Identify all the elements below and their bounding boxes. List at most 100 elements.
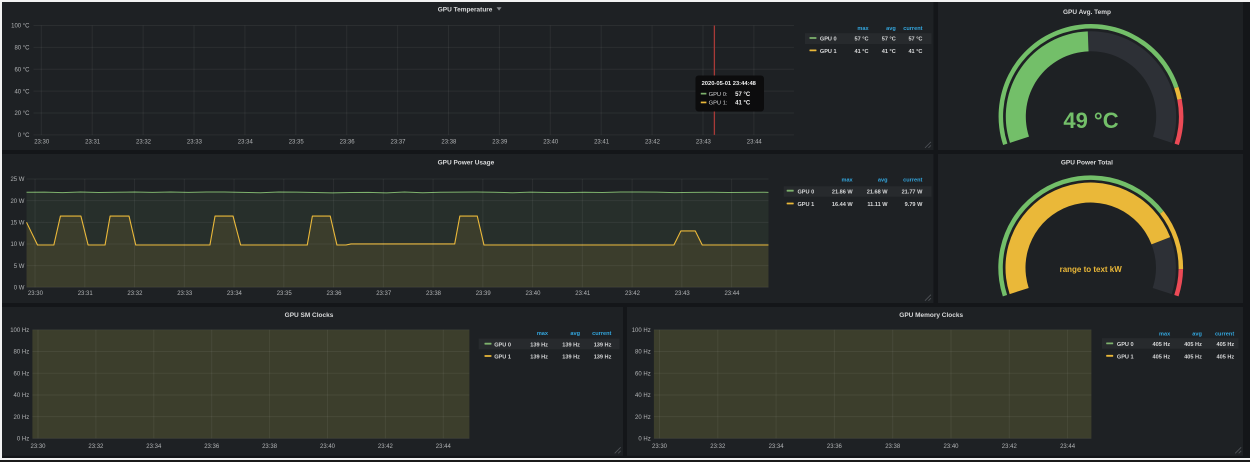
svg-text:0 W: 0 W: [14, 286, 25, 292]
svg-text:GPU 0: GPU 0: [1117, 342, 1134, 348]
svg-text:139 Hz: 139 Hz: [530, 355, 548, 361]
svg-text:23:40: 23:40: [526, 291, 542, 297]
svg-text:GPU Memory Clocks: GPU Memory Clocks: [899, 312, 963, 319]
svg-text:20 Hz: 20 Hz: [14, 415, 30, 421]
svg-text:GPU 0:: GPU 0:: [709, 92, 728, 98]
svg-text:49 °C: 49 °C: [1063, 108, 1118, 133]
svg-text:80 Hz: 80 Hz: [635, 350, 651, 356]
svg-text:25 W: 25 W: [10, 177, 24, 183]
svg-text:0 Hz: 0 Hz: [638, 437, 650, 443]
svg-text:23:35: 23:35: [277, 291, 293, 297]
svg-text:GPU Avg. Temp: GPU Avg. Temp: [1063, 9, 1111, 16]
svg-text:23:30: 23:30: [34, 140, 50, 146]
svg-text:41 °C: 41 °C: [882, 49, 896, 55]
svg-text:405 Hz: 405 Hz: [1152, 355, 1170, 361]
svg-text:80 °C: 80 °C: [14, 46, 30, 52]
svg-text:100 °C: 100 °C: [11, 24, 30, 30]
svg-text:avg: avg: [886, 26, 896, 32]
svg-text:23:34: 23:34: [227, 291, 243, 297]
svg-text:57 °C: 57 °C: [908, 37, 922, 43]
svg-text:405 Hz: 405 Hz: [1216, 355, 1234, 361]
svg-text:23:32: 23:32: [136, 140, 152, 146]
svg-text:2020-05-01 23:44:48: 2020-05-01 23:44:48: [702, 81, 757, 87]
svg-text:23:41: 23:41: [594, 140, 610, 146]
svg-text:60 Hz: 60 Hz: [14, 372, 30, 378]
svg-text:80 Hz: 80 Hz: [14, 350, 30, 356]
svg-text:57 °C: 57 °C: [855, 37, 869, 43]
svg-text:21.68 W: 21.68 W: [867, 189, 889, 195]
svg-text:current: current: [1215, 332, 1234, 338]
svg-text:23:41: 23:41: [575, 291, 591, 297]
svg-text:16.44 W: 16.44 W: [832, 202, 854, 208]
svg-text:405 Hz: 405 Hz: [1152, 342, 1170, 348]
svg-text:23:44: 23:44: [436, 444, 452, 450]
svg-text:23:40: 23:40: [320, 444, 336, 450]
svg-text:139 Hz: 139 Hz: [562, 355, 580, 361]
svg-text:23:36: 23:36: [327, 291, 343, 297]
svg-text:139 Hz: 139 Hz: [594, 342, 612, 348]
svg-text:23:34: 23:34: [238, 140, 254, 146]
svg-text:GPU SM Clocks: GPU SM Clocks: [285, 312, 334, 319]
svg-text:23:36: 23:36: [204, 444, 220, 450]
svg-text:GPU 0: GPU 0: [494, 342, 511, 348]
svg-text:23:33: 23:33: [187, 140, 203, 146]
svg-text:60 °C: 60 °C: [14, 67, 30, 73]
svg-text:GPU 0: GPU 0: [797, 189, 814, 195]
svg-text:100 Hz: 100 Hz: [632, 328, 651, 334]
svg-text:23:30: 23:30: [28, 291, 44, 297]
svg-text:23:34: 23:34: [768, 444, 784, 450]
svg-text:avg: avg: [570, 331, 580, 337]
svg-text:23:40: 23:40: [543, 140, 559, 146]
svg-text:GPU 1: GPU 1: [494, 355, 511, 361]
svg-text:GPU Power Usage: GPU Power Usage: [438, 160, 495, 167]
svg-text:GPU Temperature: GPU Temperature: [438, 6, 493, 13]
svg-text:max: max: [841, 178, 853, 184]
svg-text:current: current: [592, 331, 611, 337]
svg-text:23:38: 23:38: [441, 140, 457, 146]
svg-text:GPU Power Total: GPU Power Total: [1061, 160, 1113, 167]
svg-text:20 W: 20 W: [10, 199, 24, 205]
svg-text:23:36: 23:36: [827, 444, 843, 450]
svg-text:23:42: 23:42: [378, 444, 394, 450]
svg-text:23:32: 23:32: [127, 291, 143, 297]
svg-text:current: current: [903, 178, 922, 184]
svg-text:15 W: 15 W: [10, 221, 24, 227]
svg-text:23:33: 23:33: [177, 291, 193, 297]
svg-text:23:32: 23:32: [88, 444, 104, 450]
svg-text:range to text kW: range to text kW: [1059, 265, 1122, 274]
svg-text:GPU 1:: GPU 1:: [709, 101, 728, 107]
svg-text:40 °C: 40 °C: [14, 89, 30, 95]
svg-text:9.79 W: 9.79 W: [905, 202, 923, 208]
svg-text:20 Hz: 20 Hz: [635, 415, 651, 421]
svg-text:100 Hz: 100 Hz: [10, 328, 29, 334]
svg-text:23:43: 23:43: [696, 140, 712, 146]
svg-text:41 °C: 41 °C: [855, 49, 869, 55]
svg-text:139 Hz: 139 Hz: [530, 342, 548, 348]
svg-text:41 °C: 41 °C: [908, 49, 922, 55]
svg-text:avg: avg: [878, 178, 888, 184]
svg-text:23:39: 23:39: [476, 291, 492, 297]
svg-text:405 Hz: 405 Hz: [1184, 342, 1202, 348]
svg-text:23:38: 23:38: [262, 444, 278, 450]
svg-text:40 Hz: 40 Hz: [14, 393, 30, 399]
svg-text:21.86 W: 21.86 W: [832, 189, 854, 195]
svg-text:5 W: 5 W: [14, 264, 25, 270]
svg-text:23:32: 23:32: [710, 444, 726, 450]
svg-text:23:37: 23:37: [391, 140, 407, 146]
svg-text:139 Hz: 139 Hz: [594, 355, 612, 361]
svg-text:GPU 0: GPU 0: [820, 37, 837, 43]
svg-text:GPU 1: GPU 1: [820, 49, 837, 55]
svg-text:60 Hz: 60 Hz: [635, 372, 651, 378]
svg-text:57 °C: 57 °C: [882, 37, 896, 43]
svg-text:23:40: 23:40: [943, 444, 959, 450]
svg-text:current: current: [903, 26, 922, 32]
svg-text:23:43: 23:43: [675, 291, 691, 297]
svg-text:40 Hz: 40 Hz: [635, 393, 651, 399]
svg-text:57 °C: 57 °C: [735, 92, 751, 98]
svg-text:max: max: [537, 331, 549, 337]
svg-text:0 °C: 0 °C: [18, 133, 30, 139]
svg-text:405 Hz: 405 Hz: [1184, 355, 1202, 361]
svg-text:23:35: 23:35: [289, 140, 305, 146]
svg-text:23:34: 23:34: [146, 444, 162, 450]
svg-text:GPU 1: GPU 1: [797, 202, 814, 208]
